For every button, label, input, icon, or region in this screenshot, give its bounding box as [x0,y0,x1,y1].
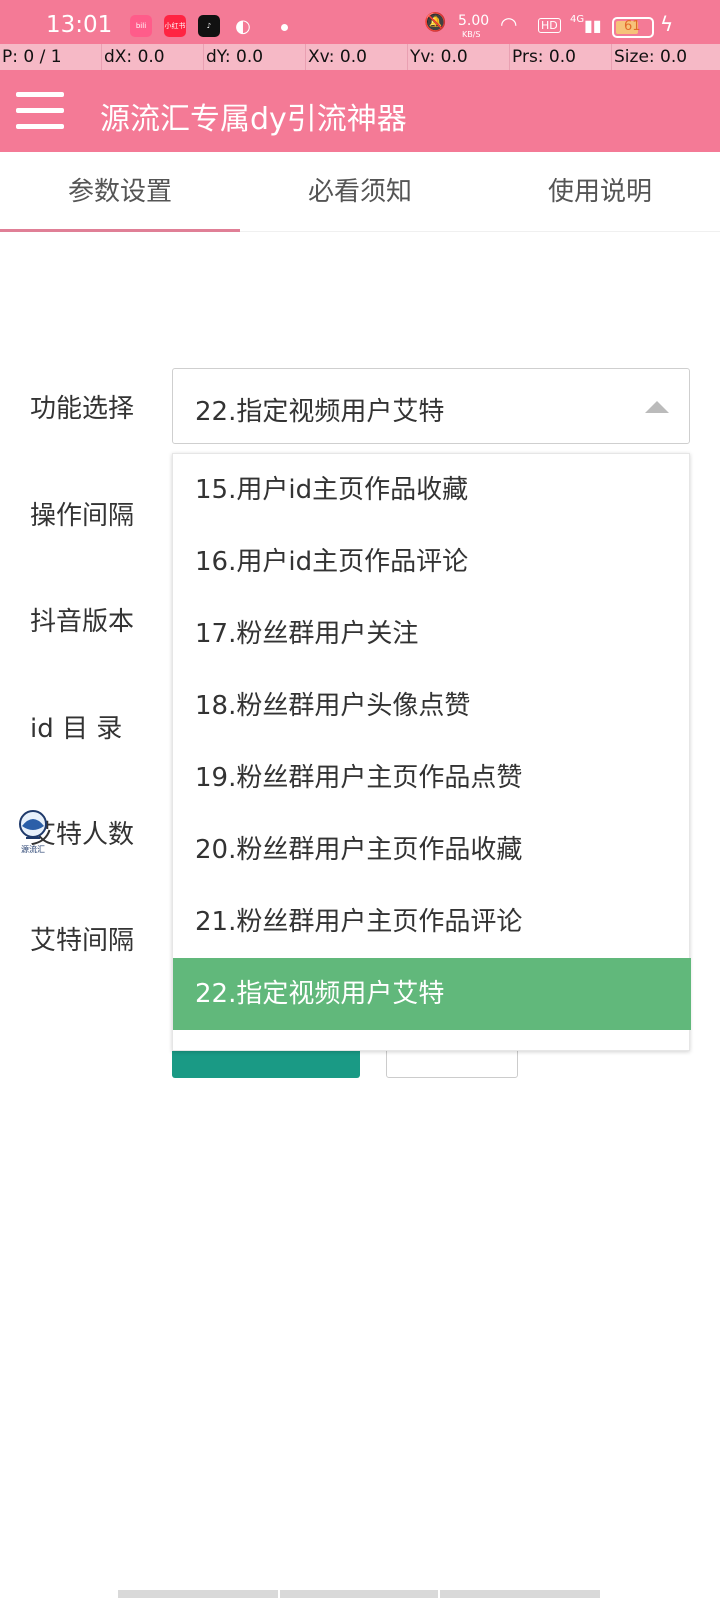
wechat-icon: ◐ [235,15,251,37]
app-title: 源流汇专属dy引流神器 [100,102,407,137]
menu-icon[interactable] [16,92,64,130]
function-select-value: 22.指定视频用户艾特 [195,397,445,427]
label-version: 抖音版本 [30,607,135,637]
network-unit: KB/S [462,30,481,39]
tab-instructions[interactable]: 使用说明 [480,152,720,232]
tab-must-read[interactable]: 必看须知 [240,152,480,232]
debug-dx: dX: 0.0 [102,44,204,70]
status-time: 13:01 [46,12,113,38]
network-speed: 5.00 [458,13,490,29]
dropdown-option[interactable]: 19.粉丝群用户主页作品点赞 [173,742,691,814]
yuanliuhui-logo-icon: 源流汇 [19,810,47,854]
battery-level: 61 [624,19,641,34]
debug-prs: Prs: 0.0 [510,44,612,70]
label-mention-interval: 艾特间隔 [30,926,135,956]
status-bar: 13:01 bili 小红书 ♪ ◐ 🔕 5.00 KB/S ◠ HD 4G ▮… [0,0,720,44]
label-id-dir: id 目 录 [30,714,123,744]
dropdown-option[interactable]: 16.用户id主页作品评论 [173,526,691,598]
tiktok-icon: ♪ [198,15,220,37]
nav-handle-center [280,1590,438,1598]
notification-dot [281,24,288,31]
hd-badge: HD [538,18,561,33]
xiaohongshu-icon: 小红书 [164,15,186,37]
pointer-location-bar: P: 0 / 1 dX: 0.0 dY: 0.0 Xv: 0.0 Yv: 0.0… [0,44,720,70]
nav-handle-right [440,1590,600,1598]
dropdown-option-selected[interactable]: 22.指定视频用户艾特 [173,958,691,1030]
signal-label: 4G [570,14,585,25]
tab-params[interactable]: 参数设置 [0,152,240,232]
dropdown-option[interactable]: 20.粉丝群用户主页作品收藏 [173,814,691,886]
dropdown-option[interactable]: 15.用户id主页作品收藏 [173,454,691,526]
dropdown-option[interactable]: 21.粉丝群用户主页作品评论 [173,886,691,958]
app-bar: 源流汇专属dy引流神器 [0,70,720,152]
dropdown-option[interactable]: 17.粉丝群用户关注 [173,598,691,670]
svg-text:源流汇: 源流汇 [21,844,45,854]
debug-xv: Xv: 0.0 [306,44,408,70]
label-interval: 操作间隔 [30,501,135,531]
debug-yv: Yv: 0.0 [408,44,510,70]
dropdown-option[interactable]: 18.粉丝群用户头像点赞 [173,670,691,742]
wifi-icon: ◠ [500,12,518,36]
debug-pointer: P: 0 / 1 [0,44,102,70]
function-dropdown-list: 15.用户id主页作品收藏 16.用户id主页作品评论 17.粉丝群用户关注 1… [172,453,691,1051]
bilibili-icon: bili [130,15,152,37]
battery-icon: 61 [612,17,654,38]
debug-dy: dY: 0.0 [204,44,306,70]
debug-size: Size: 0.0 [614,47,688,67]
caret-up-icon [645,401,669,413]
mute-icon: 🔕 [424,12,447,33]
charging-icon: ϟ [660,12,674,36]
signal-icon: ▮▮ [584,16,602,35]
label-function: 功能选择 [30,394,135,424]
nav-handle-left [118,1590,278,1598]
function-select[interactable]: 22.指定视频用户艾特 [172,368,690,444]
active-tab-indicator [0,229,240,232]
tab-bar: 参数设置 必看须知 使用说明 [0,152,720,232]
